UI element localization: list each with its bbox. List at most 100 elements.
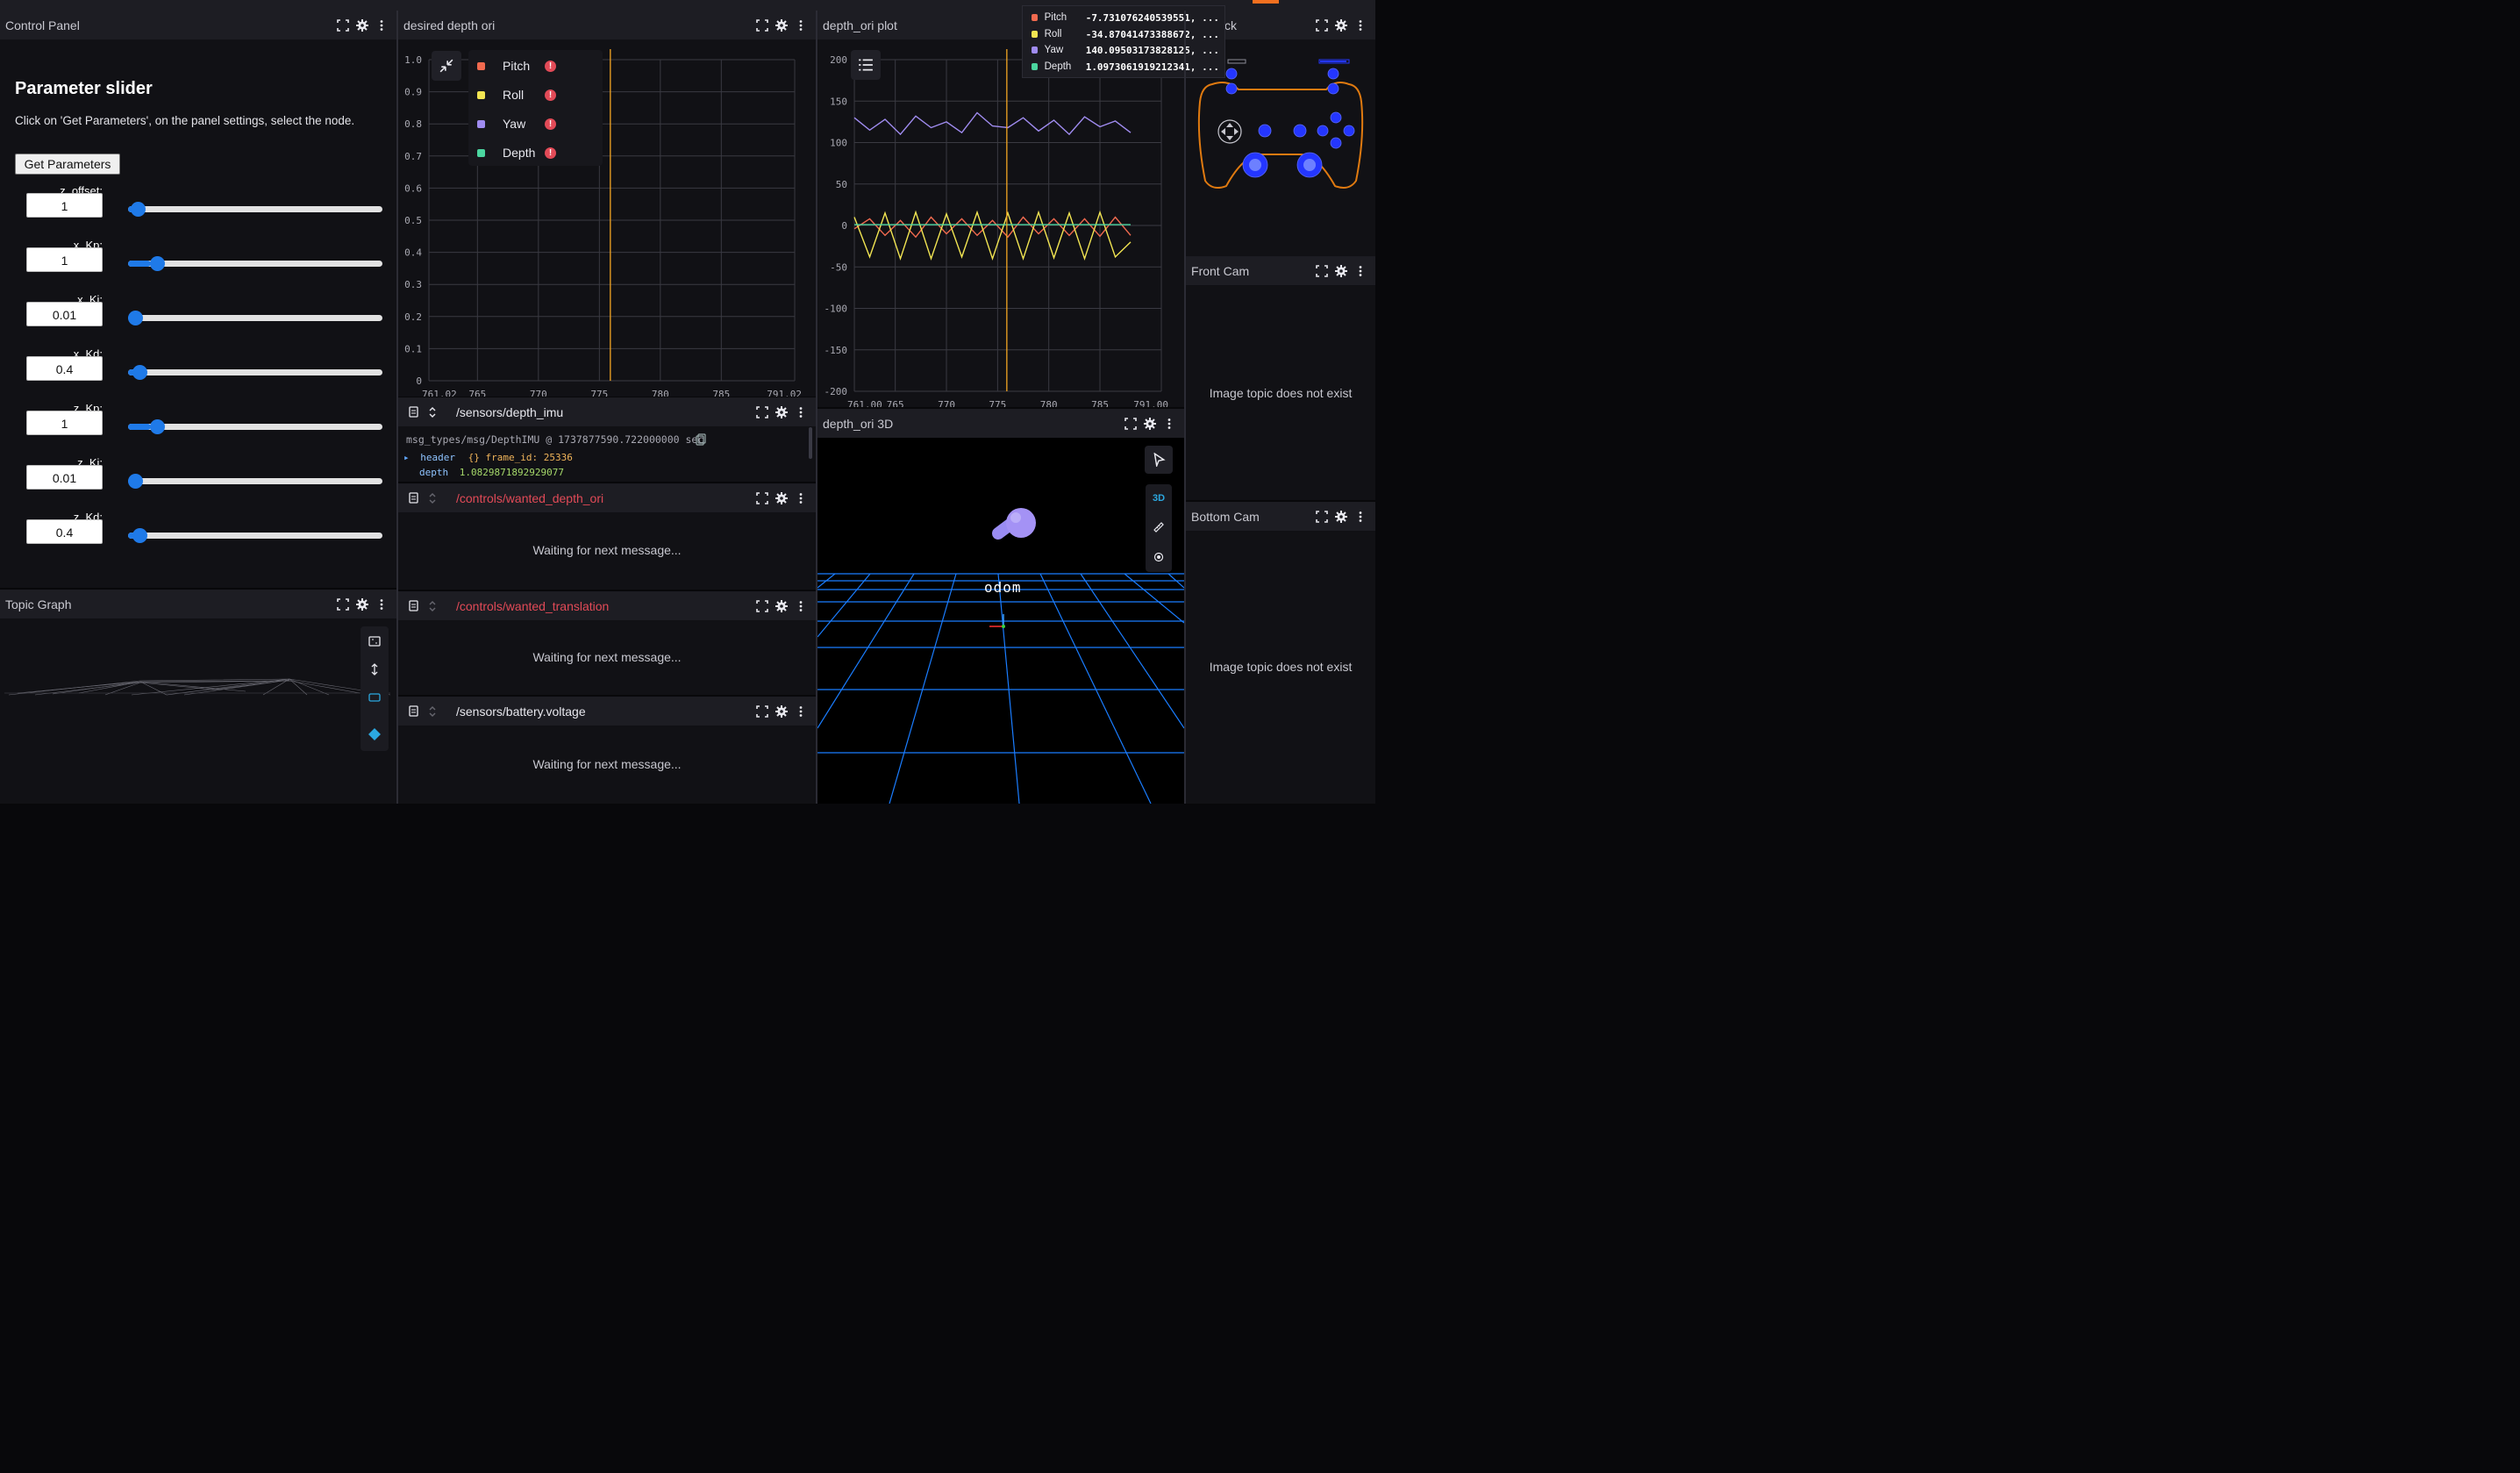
fit-view-icon[interactable] bbox=[365, 632, 384, 651]
param-slider[interactable] bbox=[128, 256, 383, 272]
y-tick-label: 50 bbox=[836, 179, 847, 190]
param-slider[interactable] bbox=[128, 202, 383, 218]
param-slider[interactable] bbox=[128, 419, 383, 435]
slider-thumb[interactable] bbox=[132, 528, 148, 544]
param-slider[interactable] bbox=[128, 474, 383, 490]
param-value-input[interactable]: 1 bbox=[26, 193, 104, 218]
slider-thumb[interactable] bbox=[128, 311, 144, 326]
legend-toggle-button[interactable] bbox=[851, 50, 882, 81]
gear-icon[interactable] bbox=[1140, 414, 1160, 433]
slider-thumb[interactable] bbox=[128, 474, 144, 490]
waiting-message: Waiting for next message... bbox=[532, 543, 682, 558]
vertical-layout-icon[interactable] bbox=[365, 660, 384, 679]
divider[interactable] bbox=[816, 11, 818, 804]
param-value-input[interactable]: 1 bbox=[26, 411, 104, 436]
fullscreen-icon[interactable] bbox=[753, 597, 772, 616]
fullscreen-icon[interactable] bbox=[1312, 16, 1331, 35]
ruler-icon[interactable] bbox=[1149, 518, 1168, 537]
get-parameters-button[interactable]: Get Parameters bbox=[15, 154, 121, 175]
copy-icon[interactable] bbox=[403, 489, 423, 508]
more-vertical-icon[interactable] bbox=[791, 403, 810, 422]
slider-thumb[interactable] bbox=[149, 256, 165, 272]
expand-collapse-icon[interactable] bbox=[423, 489, 442, 508]
fullscreen-icon[interactable] bbox=[753, 489, 772, 508]
3d-scene[interactable] bbox=[817, 439, 1185, 804]
fullscreen-icon[interactable] bbox=[1121, 414, 1140, 433]
divider[interactable] bbox=[1184, 11, 1187, 804]
copy-message-icon[interactable] bbox=[691, 430, 710, 449]
param-value-input[interactable]: 0.01 bbox=[26, 302, 104, 327]
topics-toggle-icon[interactable] bbox=[365, 688, 384, 707]
more-vertical-icon[interactable] bbox=[791, 597, 810, 616]
topic-path[interactable]: /sensors/depth_imu bbox=[456, 405, 753, 419]
fullscreen-icon[interactable] bbox=[1312, 507, 1331, 526]
param-value-input[interactable]: 1 bbox=[26, 247, 104, 273]
gear-icon[interactable] bbox=[1331, 16, 1351, 35]
collapse-legend-button[interactable] bbox=[432, 51, 462, 82]
slider-thumb[interactable] bbox=[149, 419, 165, 435]
expand-collapse-icon[interactable] bbox=[423, 702, 442, 721]
gear-icon[interactable] bbox=[353, 16, 372, 35]
copy-icon[interactable] bbox=[403, 597, 423, 616]
y-tick-label: -50 bbox=[830, 261, 847, 273]
gear-icon[interactable] bbox=[1331, 507, 1351, 526]
services-toggle-icon[interactable] bbox=[365, 725, 384, 744]
panel-title: desired depth ori bbox=[403, 18, 496, 32]
desired-depth-ori-chart[interactable]: 1.0 0.9 0.8 0.7 0.6 0.5 0.4 0.3 0.2 0.1 0761.02 765… bbox=[398, 40, 816, 397]
front-cam-message: Image topic does not exist bbox=[1209, 386, 1353, 401]
panel-title: Bottom Cam bbox=[1191, 509, 1260, 524]
gear-icon[interactable] bbox=[772, 16, 791, 35]
toolbar-accent[interactable] bbox=[1253, 0, 1280, 4]
expand-collapse-icon[interactable] bbox=[423, 597, 442, 616]
more-vertical-icon[interactable] bbox=[372, 16, 391, 35]
legend-item-depth[interactable]: Depth! bbox=[477, 146, 557, 160]
topic-path[interactable]: /controls/wanted_depth_ori bbox=[456, 491, 753, 505]
slider-thumb[interactable] bbox=[132, 365, 148, 381]
param-value-input[interactable]: 0.4 bbox=[26, 356, 104, 382]
legend-item-yaw[interactable]: Yaw! bbox=[477, 117, 557, 131]
divider[interactable] bbox=[396, 11, 399, 804]
more-vertical-icon[interactable] bbox=[791, 489, 810, 508]
fullscreen-icon[interactable] bbox=[333, 16, 353, 35]
legend-item-pitch[interactable]: Pitch! bbox=[477, 59, 557, 73]
more-vertical-icon[interactable] bbox=[1160, 414, 1179, 433]
param-slider[interactable] bbox=[128, 311, 383, 326]
topic-graph-canvas[interactable] bbox=[0, 619, 396, 804]
more-vertical-icon[interactable] bbox=[372, 595, 391, 614]
wanted-translation-panel: /controls/wanted_translation Waiting for… bbox=[398, 591, 817, 696]
copy-icon[interactable] bbox=[403, 403, 423, 422]
header-row[interactable]: ▸ header {} frame_id: 25336 bbox=[403, 452, 573, 463]
more-vertical-icon[interactable] bbox=[1351, 507, 1370, 526]
select-tool-button[interactable] bbox=[1145, 446, 1174, 475]
more-vertical-icon[interactable] bbox=[1351, 261, 1370, 281]
topic-path[interactable]: /controls/wanted_translation bbox=[456, 599, 753, 613]
param-value-input[interactable]: 0.4 bbox=[26, 519, 104, 545]
more-vertical-icon[interactable] bbox=[791, 702, 810, 721]
gear-icon[interactable] bbox=[772, 702, 791, 721]
fullscreen-icon[interactable] bbox=[753, 702, 772, 721]
slider-thumb[interactable] bbox=[130, 202, 146, 218]
topic-path[interactable]: /sensors/battery.voltage bbox=[456, 704, 753, 719]
fullscreen-icon[interactable] bbox=[753, 403, 772, 422]
fullscreen-icon[interactable] bbox=[1312, 261, 1331, 281]
robot-model[interactable] bbox=[992, 508, 1037, 540]
3d-mode-toggle[interactable]: 3D bbox=[1146, 493, 1172, 504]
fullscreen-icon[interactable] bbox=[753, 16, 772, 35]
legend-item-roll[interactable]: Roll! bbox=[477, 88, 557, 102]
gear-icon[interactable] bbox=[772, 597, 791, 616]
publish-point-icon[interactable] bbox=[1149, 547, 1168, 567]
expand-collapse-icon[interactable] bbox=[423, 403, 442, 422]
param-slider[interactable] bbox=[128, 528, 383, 544]
gear-icon[interactable] bbox=[772, 489, 791, 508]
scrollbar[interactable] bbox=[809, 427, 813, 460]
param-slider[interactable] bbox=[128, 365, 383, 381]
copy-icon[interactable] bbox=[403, 702, 423, 721]
gear-icon[interactable] bbox=[772, 403, 791, 422]
depth-ori-chart[interactable]: 200 150 100 50 0 -50 -100 -150 -200 761.00 765 770 7… bbox=[817, 40, 1184, 407]
gear-icon[interactable] bbox=[1331, 261, 1351, 281]
more-vertical-icon[interactable] bbox=[1351, 16, 1370, 35]
param-value-input[interactable]: 0.01 bbox=[26, 465, 104, 490]
more-vertical-icon[interactable] bbox=[791, 16, 810, 35]
gear-icon[interactable] bbox=[353, 595, 372, 614]
fullscreen-icon[interactable] bbox=[333, 595, 353, 614]
